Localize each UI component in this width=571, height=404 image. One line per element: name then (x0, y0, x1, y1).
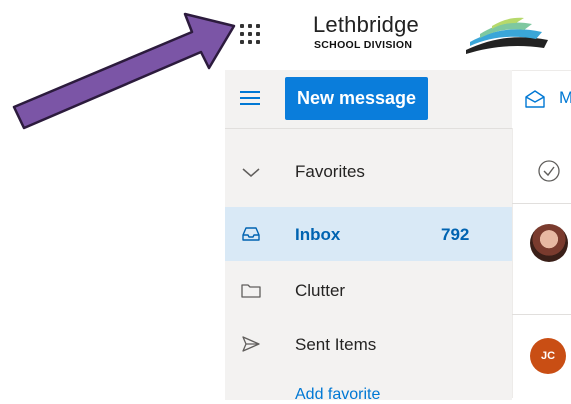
unread-count-badge: 792 (441, 225, 470, 244)
send-icon (242, 336, 260, 352)
sidebar-item-label: Sent Items (295, 335, 377, 354)
hamburger-menu-icon[interactable] (240, 90, 260, 106)
chevron-down-icon[interactable] (240, 161, 262, 183)
avatar (530, 224, 568, 262)
divider (512, 203, 571, 204)
folder-icon (241, 284, 261, 298)
divider (512, 128, 513, 398)
avatar: JC (530, 338, 566, 374)
select-all-check-icon[interactable] (536, 158, 562, 184)
envelope-open-icon[interactable] (525, 90, 545, 108)
brand-logo-icon (466, 17, 548, 54)
sidebar-item-clutter[interactable]: Clutter (225, 262, 512, 316)
add-favorite-link[interactable]: Add favorite (295, 386, 380, 404)
app-launcher-waffle-icon[interactable] (238, 22, 266, 50)
sidebar-item-sent-items[interactable]: Sent Items (225, 316, 512, 370)
sidebar-item-label: Clutter (295, 281, 346, 300)
divider (512, 70, 571, 71)
mail-action-label[interactable]: M (559, 88, 571, 108)
annotation-arrow (12, 12, 236, 130)
favorites-label: Favorites (295, 162, 365, 181)
brand-subtitle: SCHOOL DIVISION (314, 39, 413, 51)
brand-name: Lethbridge (313, 12, 419, 37)
favorites-header[interactable]: Favorites (225, 144, 512, 198)
divider (512, 314, 571, 315)
sidebar-item-label: Inbox (295, 225, 341, 244)
sidebar-item-inbox[interactable]: Inbox 792 (225, 207, 512, 261)
divider (225, 128, 512, 129)
inbox-icon (242, 227, 260, 241)
new-message-button[interactable]: New message (285, 77, 428, 120)
